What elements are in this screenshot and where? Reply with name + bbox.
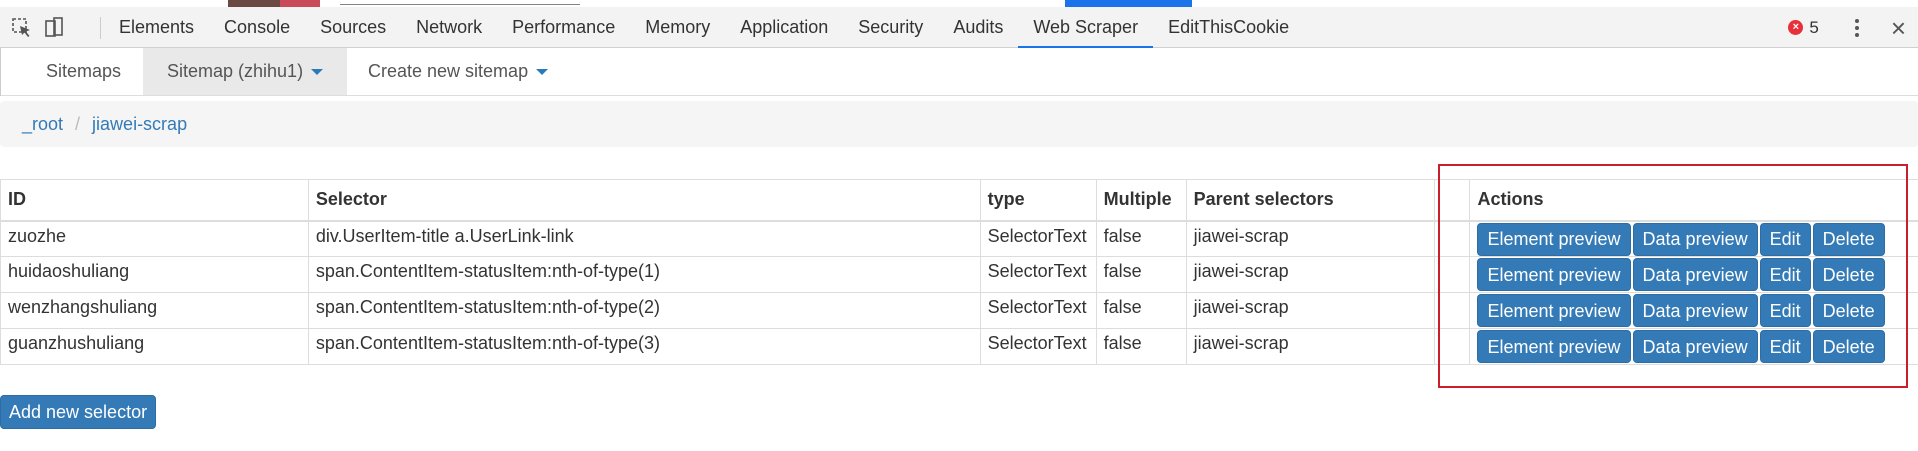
page-content-strip — [0, 0, 1918, 7]
devtools-tab-editthiscookie[interactable]: EditThisCookie — [1153, 7, 1304, 48]
devtools-tab-security[interactable]: Security — [843, 7, 938, 48]
table-row: guanzhushuliang span.ContentItem-statusIt… — [0, 328, 1918, 365]
device-toolbar-icon[interactable] — [42, 16, 66, 40]
cell-multiple: false — [1095, 220, 1187, 257]
table-header-row: ID Selector type Multiple Parent selecto… — [0, 179, 1918, 222]
element-preview-button[interactable]: Element preview — [1477, 222, 1631, 256]
error-count-badge[interactable]: × 5 — [1788, 17, 1819, 38]
breadcrumb-separator: / — [75, 114, 81, 134]
devtools-tabs: Elements Console Sources Network Performance… — [104, 7, 1304, 48]
cell-multiple: false — [1095, 328, 1187, 365]
cell-id: wenzhangshuliang — [0, 292, 309, 329]
header-blank — [1433, 179, 1471, 222]
header-actions: Actions — [1469, 179, 1918, 222]
cell-id: huidaoshuliang — [0, 256, 309, 293]
cell-type: SelectorText — [979, 328, 1097, 365]
cell-selector: span.ContentItem-statusItem:nth-of-type(… — [307, 292, 981, 329]
edit-button[interactable]: Edit — [1759, 222, 1811, 256]
cell-blank — [1433, 256, 1471, 293]
devtools-tab-network[interactable]: Network — [401, 7, 497, 48]
header-parent-selectors: Parent selectors — [1185, 179, 1435, 222]
inspect-element-icon[interactable] — [10, 16, 34, 40]
cell-multiple: false — [1095, 256, 1187, 293]
chevron-down-icon — [536, 69, 549, 76]
header-selector: Selector — [307, 179, 981, 222]
data-preview-button[interactable]: Data preview — [1632, 330, 1758, 363]
delete-button[interactable]: Delete — [1812, 330, 1885, 363]
cell-selector: div.UserItem-title a.UserLink-link — [307, 220, 981, 257]
devtools-toolbar: Elements Console Sources Network Performance… — [0, 7, 1918, 48]
page-follow-button — [1065, 0, 1192, 7]
delete-button[interactable]: Delete — [1812, 222, 1885, 256]
cell-blank — [1433, 220, 1471, 257]
tab-current-sitemap-label: Sitemap (zhihu1) — [167, 61, 304, 81]
header-multiple: Multiple — [1095, 179, 1187, 222]
cell-parent-selectors: jiawei-scrap — [1185, 292, 1435, 329]
page-thumbnail-2 — [280, 0, 320, 7]
more-options-icon[interactable] — [1845, 16, 1869, 40]
cell-id: guanzhushuliang — [0, 328, 309, 365]
devtools-tab-memory[interactable]: Memory — [630, 7, 725, 48]
page-text-fragment — [340, 0, 580, 5]
close-devtools-icon[interactable]: × — [1891, 15, 1906, 41]
table-row: huidaoshuliang span.ContentItem-statusIte… — [0, 256, 1918, 293]
cell-selector: span.ContentItem-statusItem:nth-of-type(… — [307, 328, 981, 365]
devtools-tab-console[interactable]: Console — [209, 7, 305, 48]
cell-multiple: false — [1095, 292, 1187, 329]
edit-button[interactable]: Edit — [1759, 330, 1811, 363]
breadcrumb-current-link[interactable]: jiawei-scrap — [92, 114, 187, 134]
cell-blank — [1433, 328, 1471, 365]
edit-button[interactable]: Edit — [1759, 258, 1811, 291]
tab-create-new-sitemap-label: Create new sitemap — [368, 61, 529, 81]
devtools-tab-audits[interactable]: Audits — [938, 7, 1018, 48]
cell-id: zuozhe — [0, 220, 309, 257]
tab-sitemaps-label: Sitemaps — [46, 61, 122, 81]
cell-type: SelectorText — [979, 292, 1097, 329]
header-type: type — [979, 179, 1097, 222]
chevron-down-icon — [311, 69, 324, 76]
cell-type: SelectorText — [979, 256, 1097, 293]
devtools-right-controls: × 5 × — [1788, 7, 1918, 48]
scraper-nav: Sitemaps Sitemap (zhihu1) Create new sit… — [0, 48, 1918, 96]
devtools-tab-application[interactable]: Application — [725, 7, 843, 48]
delete-button[interactable]: Delete — [1812, 294, 1885, 327]
devtools-tab-sources[interactable]: Sources — [305, 7, 401, 48]
table-row: wenzhangshuliang span.ContentItem-statusI… — [0, 292, 1918, 329]
breadcrumb-root-link[interactable]: _root — [22, 114, 63, 134]
data-preview-button[interactable]: Data preview — [1632, 294, 1758, 327]
add-new-selector-button[interactable]: Add new selector — [0, 395, 157, 429]
element-preview-button[interactable]: Element preview — [1477, 294, 1631, 327]
cell-parent-selectors: jiawei-scrap — [1185, 220, 1435, 257]
tab-sitemaps[interactable]: Sitemaps — [22, 48, 145, 95]
header-id: ID — [0, 179, 309, 222]
tab-create-new-sitemap[interactable]: Create new sitemap — [344, 48, 572, 95]
cell-parent-selectors: jiawei-scrap — [1185, 328, 1435, 365]
delete-button[interactable]: Delete — [1812, 258, 1885, 291]
table-row: zuozhe div.UserItem-title a.UserLink-link… — [0, 220, 1918, 257]
cell-blank — [1433, 292, 1471, 329]
breadcrumb: _root / jiawei-scrap — [0, 101, 1918, 147]
error-icon: × — [1788, 20, 1804, 35]
data-preview-button[interactable]: Data preview — [1632, 258, 1758, 291]
devtools-tab-web-scraper[interactable]: Web Scraper — [1018, 7, 1154, 48]
cell-type: SelectorText — [979, 220, 1097, 257]
cell-actions: Element preview Data preview Edit Delete — [1469, 328, 1918, 365]
devtools-tab-elements[interactable]: Elements — [104, 7, 209, 48]
data-preview-button[interactable]: Data preview — [1632, 222, 1758, 256]
cell-actions: Element preview Data preview Edit Delete — [1469, 256, 1918, 293]
nav-edge — [0, 48, 1, 96]
cell-actions: Element preview Data preview Edit Delete — [1469, 292, 1918, 329]
edit-button[interactable]: Edit — [1759, 294, 1811, 327]
element-preview-button[interactable]: Element preview — [1477, 330, 1631, 363]
tab-current-sitemap[interactable]: Sitemap (zhihu1) — [143, 48, 348, 95]
cell-parent-selectors: jiawei-scrap — [1185, 256, 1435, 293]
toolbar-divider — [100, 17, 101, 39]
cell-selector: span.ContentItem-statusItem:nth-of-type(… — [307, 256, 981, 293]
error-count: 5 — [1809, 17, 1819, 37]
element-preview-button[interactable]: Element preview — [1477, 258, 1631, 291]
selectors-table: ID Selector type Multiple Parent selecto… — [0, 179, 1918, 365]
cell-actions: Element preview Data preview Edit Delete — [1469, 220, 1918, 257]
devtools-tab-performance[interactable]: Performance — [497, 7, 630, 48]
